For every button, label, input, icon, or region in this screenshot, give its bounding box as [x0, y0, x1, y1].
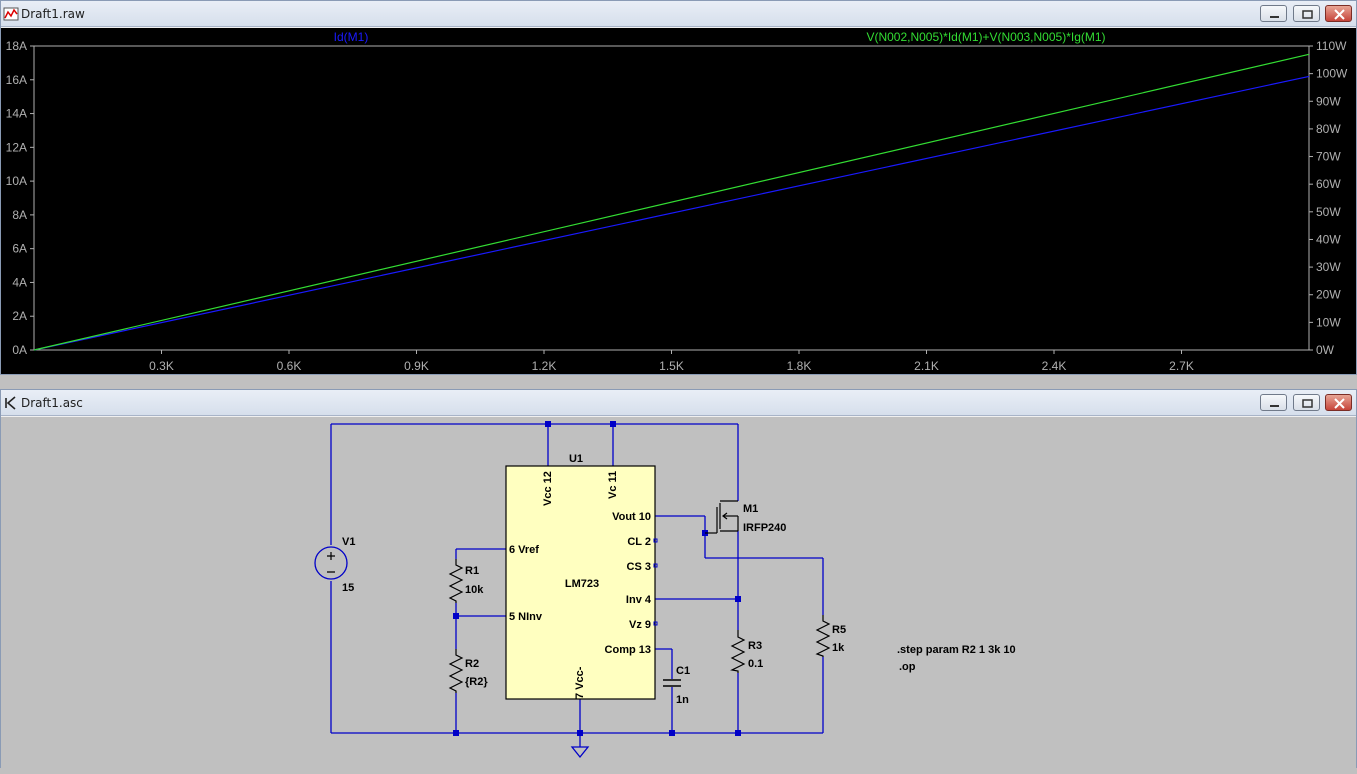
y-right-tick-label: 10W: [1316, 315, 1341, 329]
voltage-source-v1[interactable]: V1 15: [314, 536, 355, 594]
y-right-tick-label: 70W: [1316, 150, 1341, 164]
x-tick-label: 0.9K: [404, 359, 429, 373]
spice-directive-op[interactable]: .op: [899, 661, 916, 673]
x-tick-label: 1.2K: [532, 359, 557, 373]
v1-ref: V1: [342, 536, 355, 548]
waveform-icon: [3, 7, 19, 21]
pin-cl: CL 2: [627, 536, 651, 548]
y-right-tick-label: 20W: [1316, 288, 1341, 302]
waveform-window: Draft1.raw 0.3K 0.6K 0.9K 1.2K 1.5K 1.8K 2.1K 2…: [0, 0, 1357, 375]
r1-ref: R1: [465, 565, 479, 577]
minimize-icon: [1270, 405, 1279, 407]
series-line-id[interactable]: [33, 75, 1310, 351]
schematic-canvas[interactable]: U1 LM723 Vcc 12 Vc 11 6 Vref 5 NInv Vout…: [1, 417, 1356, 769]
series-line-power[interactable]: [33, 53, 1310, 351]
minimize-button[interactable]: [1260, 5, 1287, 22]
c1-value: 1n: [676, 694, 689, 706]
waveform-title-bar[interactable]: Draft1.raw: [1, 1, 1356, 27]
y-right-tick-label: 80W: [1316, 122, 1341, 136]
x-tick-label: 0.3K: [149, 359, 174, 373]
r2-ref: R2: [465, 658, 479, 670]
restore-icon: [1302, 399, 1313, 408]
pin-vc: Vc 11: [607, 471, 619, 499]
y-right-tick-label: 100W: [1316, 67, 1348, 81]
close-button[interactable]: [1325, 394, 1352, 411]
y-left-tick-label: 12A: [6, 140, 27, 154]
x-tick-label: 1.8K: [787, 359, 812, 373]
pin-vcc-neg: 7 Vcc-: [574, 666, 586, 699]
v1-value: 15: [342, 582, 354, 594]
y-left-tick-label: 8A: [12, 208, 27, 222]
minimize-icon: [1270, 16, 1279, 18]
c1-ref: C1: [676, 665, 690, 677]
pin-vz: Vz 9: [629, 619, 651, 631]
y-left-tick-label: 6A: [12, 242, 27, 256]
mosfet-m1[interactable]: M1 IRFP240: [705, 500, 786, 534]
schematic-icon: [5, 396, 16, 410]
restore-button[interactable]: [1293, 5, 1320, 22]
pin-vcc: Vcc 12: [542, 471, 554, 506]
y-right-tick-label: 40W: [1316, 232, 1341, 246]
x-tick-label: 1.5K: [659, 359, 684, 373]
y-right-tick-label: 0W: [1316, 343, 1335, 357]
x-tick-label: 0.6K: [277, 359, 302, 373]
m1-ref: M1: [743, 503, 758, 515]
x-tick-label: 2.1K: [914, 359, 939, 373]
y-left-tick-label: 4A: [12, 275, 27, 289]
r2-value: {R2}: [465, 676, 488, 688]
resistor-r5[interactable]: R5 1k: [815, 615, 846, 657]
restore-icon: [1302, 10, 1313, 19]
plot-frame: [33, 45, 1310, 351]
schematic-window-title: Draft1.asc: [21, 396, 83, 410]
pin-ninv: 5 NInv: [509, 611, 543, 623]
m1-value: IRFP240: [743, 522, 786, 534]
ground-icon[interactable]: [570, 746, 590, 759]
y-right-tick-label: 110W: [1316, 39, 1347, 53]
restore-button[interactable]: [1293, 394, 1320, 411]
pin-comp: Comp 13: [605, 644, 651, 656]
y-right-tick-label: 60W: [1316, 177, 1341, 191]
resistor-r2[interactable]: R2 {R2}: [448, 649, 488, 693]
minimize-button[interactable]: [1260, 394, 1287, 411]
x-tick-label: 2.7K: [1169, 359, 1194, 373]
waveform-window-title: Draft1.raw: [21, 7, 85, 21]
r5-ref: R5: [832, 624, 846, 636]
plot-area[interactable]: 0.3K 0.6K 0.9K 1.2K 1.5K 1.8K 2.1K 2.4K 2.7K 0A 2…: [1, 28, 1356, 374]
trace-label-id[interactable]: Id(M1): [334, 30, 369, 44]
y-right-tick-label: 90W: [1316, 94, 1341, 108]
y-left-tick-label: 2A: [12, 309, 27, 323]
close-button[interactable]: [1325, 5, 1352, 22]
r1-value: 10k: [465, 584, 484, 596]
pin-inv: Inv 4: [626, 594, 652, 606]
pin-vref: 6 Vref: [509, 544, 539, 556]
y-left-tick-label: 0A: [12, 343, 27, 357]
y-left-tick-label: 10A: [6, 174, 27, 188]
schematic-window: Draft1.asc U1 LM723 Vcc 12 Vc 11 6 Vref …: [0, 389, 1357, 769]
close-icon: [1334, 9, 1345, 20]
y-left-tick-label: 18A: [6, 39, 27, 53]
r3-ref: R3: [748, 640, 762, 652]
pin-cs: CS 3: [627, 561, 651, 573]
close-icon: [1334, 398, 1345, 409]
spice-directive-step[interactable]: .step param R2 1 3k 10: [897, 644, 1016, 656]
r5-value: 1k: [832, 642, 845, 654]
y-left-tick-label: 16A: [6, 73, 27, 87]
pin-vout: Vout 10: [612, 511, 651, 523]
resistor-r3[interactable]: R3 0.1: [730, 630, 763, 673]
schematic-title-bar[interactable]: Draft1.asc: [1, 390, 1356, 416]
y-right-tick-label: 30W: [1316, 260, 1341, 274]
ic-name: LM723: [565, 578, 599, 590]
y-right-tick-label: 50W: [1316, 205, 1341, 219]
r3-value: 0.1: [748, 658, 763, 670]
schematic-drawing[interactable]: U1 LM723 Vcc 12 Vc 11 6 Vref 5 NInv Vout…: [1, 417, 1356, 769]
waveform-plot[interactable]: 0.3K 0.6K 0.9K 1.2K 1.5K 1.8K 2.1K 2.4K 2.7K 0A 2…: [1, 28, 1356, 374]
resistor-r1[interactable]: R1 10k: [448, 559, 484, 603]
trace-label-power[interactable]: V(N002,N005)*Id(M1)+V(N003,N005)*Ig(M1): [866, 30, 1105, 44]
ic-u1[interactable]: U1 LM723 Vcc 12 Vc 11 6 Vref 5 NInv Vout…: [505, 453, 658, 700]
x-tick-label: 2.4K: [1042, 359, 1067, 373]
capacitor-c1[interactable]: C1 1n: [663, 665, 690, 706]
ic-ref: U1: [569, 453, 583, 465]
y-left-tick-label: 14A: [6, 107, 27, 121]
